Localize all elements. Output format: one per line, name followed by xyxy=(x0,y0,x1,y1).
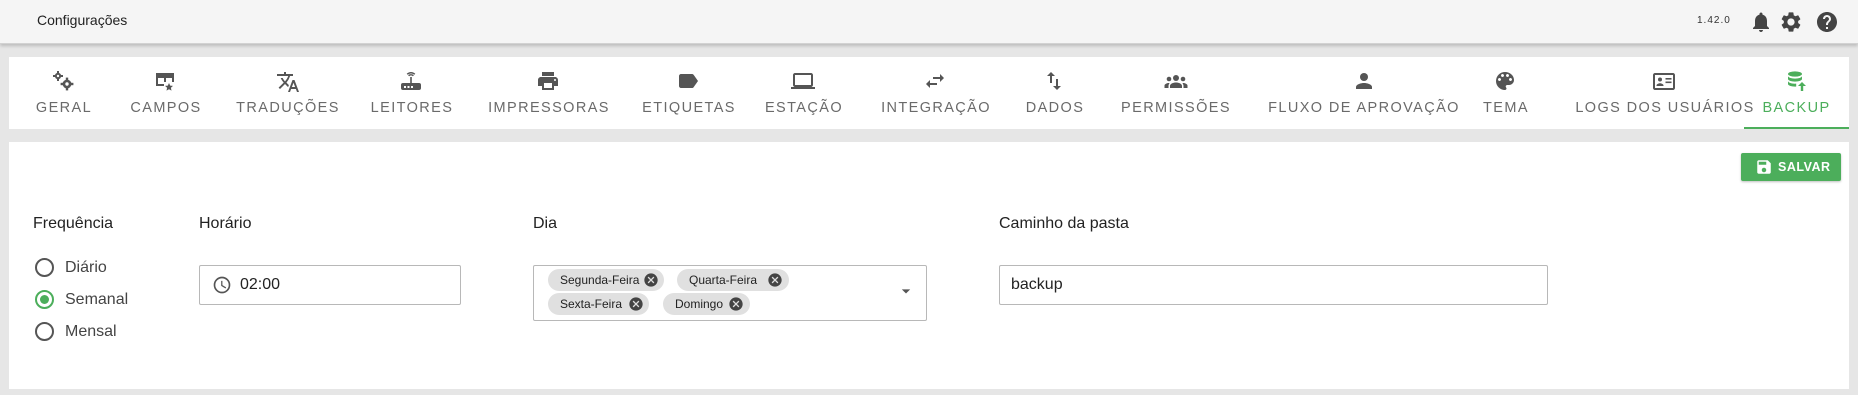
tab-permissoes[interactable]: PERMISSÕES xyxy=(1109,57,1243,129)
day-label: Dia xyxy=(533,215,558,232)
gear-icon[interactable] xyxy=(1779,10,1803,34)
tab-estacao[interactable]: ESTAÇÃO xyxy=(756,57,852,129)
schedule-label: Horário xyxy=(199,215,252,232)
tab-label: DADOS xyxy=(1025,100,1085,116)
settings-tabs: GERAL CAMPOS TRADUÇÕES LEITORES IMPRESSO… xyxy=(9,57,1849,129)
folder-path-label: Caminho da pasta xyxy=(999,215,1129,232)
radio-button[interactable] xyxy=(35,258,54,277)
tab-geral[interactable]: GERAL xyxy=(23,57,105,129)
tab-traducoes[interactable]: TRADUÇÕES xyxy=(231,57,345,129)
tab-label: LOGS DOS USUÁRIOS xyxy=(1575,100,1755,116)
clock-icon xyxy=(212,275,232,295)
radio-label: Semanal xyxy=(65,291,129,308)
translate-icon xyxy=(275,69,301,95)
tab-fluxo-de-aprovacao[interactable]: FLUXO DE APROVAÇÃO xyxy=(1259,57,1469,129)
tab-label: ETIQUETAS xyxy=(642,100,736,116)
frequency-label: Frequência xyxy=(33,215,114,232)
chevron-down-icon[interactable] xyxy=(896,281,916,301)
person-icon xyxy=(1351,69,1377,95)
tab-leitores[interactable]: LEITORES xyxy=(364,57,460,129)
printer-icon xyxy=(536,69,562,95)
page-title: Configurações xyxy=(37,12,128,28)
label-icon xyxy=(676,69,702,95)
save-button[interactable]: SALVAR xyxy=(1741,153,1841,181)
tab-label: CAMPOS xyxy=(130,100,202,116)
tab-label: BACKUP xyxy=(1762,100,1831,116)
tab-label: FLUXO DE APROVAÇÃO xyxy=(1268,100,1460,116)
chip-label: Domingo xyxy=(675,297,724,311)
tab-label: INTEGRAÇÃO xyxy=(881,100,991,116)
folder-path-value: backup xyxy=(1011,276,1063,293)
remove-chip-icon[interactable] xyxy=(643,272,659,288)
palette-icon xyxy=(1493,69,1519,95)
id-card-icon xyxy=(1652,69,1678,95)
remove-chip-icon[interactable] xyxy=(628,296,644,312)
table-edit-icon xyxy=(153,69,179,95)
save-icon xyxy=(1757,160,1771,174)
tab-tema[interactable]: TEMA xyxy=(1478,57,1534,129)
day-chip: Sexta-Feira xyxy=(548,293,649,315)
time-value: 02:00 xyxy=(240,276,281,293)
top-bar: Configurações 1.42.0 xyxy=(0,0,1858,44)
day-chip: Quarta-Feira xyxy=(677,269,789,291)
people-icon xyxy=(1163,69,1189,95)
tab-dados[interactable]: DADOS xyxy=(1019,57,1091,129)
remove-chip-icon[interactable] xyxy=(728,296,744,312)
radio-label: Diário xyxy=(65,259,107,276)
tab-label: PERMISSÕES xyxy=(1121,100,1231,116)
bell-icon[interactable] xyxy=(1749,10,1773,34)
tab-backup[interactable]: BACKUP xyxy=(1744,57,1849,129)
gears-icon xyxy=(51,69,77,95)
tab-label: IMPRESSORAS xyxy=(488,100,610,116)
chip-label: Sexta-Feira xyxy=(560,297,623,311)
time-input[interactable]: 02:00 xyxy=(199,265,461,305)
day-select[interactable]: Segunda-Feira Quarta-Feira Sexta-Feira D… xyxy=(533,265,927,321)
tab-logs-dos-usuarios[interactable]: LOGS DOS USUÁRIOS xyxy=(1560,57,1770,129)
remove-chip-icon[interactable] xyxy=(767,272,783,288)
tab-integracao[interactable]: INTEGRAÇÃO xyxy=(871,57,1001,129)
tab-etiquetas[interactable]: ETIQUETAS xyxy=(637,57,741,129)
radio-button[interactable] xyxy=(35,322,54,341)
radio-label: Mensal xyxy=(65,323,117,340)
folder-path-input[interactable]: backup xyxy=(999,265,1548,305)
tab-label: ESTAÇÃO xyxy=(764,100,844,116)
tab-label: LEITORES xyxy=(370,100,454,116)
import-export-icon xyxy=(1042,69,1068,95)
chip-label: Segunda-Feira xyxy=(560,273,640,287)
radio-button[interactable] xyxy=(35,290,54,309)
database-upload-icon xyxy=(1784,69,1810,95)
day-chip: Domingo xyxy=(663,293,750,315)
chip-label: Quarta-Feira xyxy=(689,273,758,287)
day-chip: Segunda-Feira xyxy=(548,269,664,291)
router-icon xyxy=(399,69,425,95)
swap-arrows-icon xyxy=(923,69,949,95)
save-button-label: SALVAR xyxy=(1778,160,1831,174)
tab-label: TRADUÇÕES xyxy=(236,100,340,116)
tab-impressoras[interactable]: IMPRESSORAS xyxy=(477,57,621,129)
tab-campos[interactable]: CAMPOS xyxy=(118,57,214,129)
version-label: 1.42.0 xyxy=(1697,15,1731,26)
tab-label: GERAL xyxy=(35,100,93,116)
tab-label: TEMA xyxy=(1483,100,1529,116)
laptop-icon xyxy=(791,69,817,95)
help-icon[interactable] xyxy=(1815,10,1839,34)
